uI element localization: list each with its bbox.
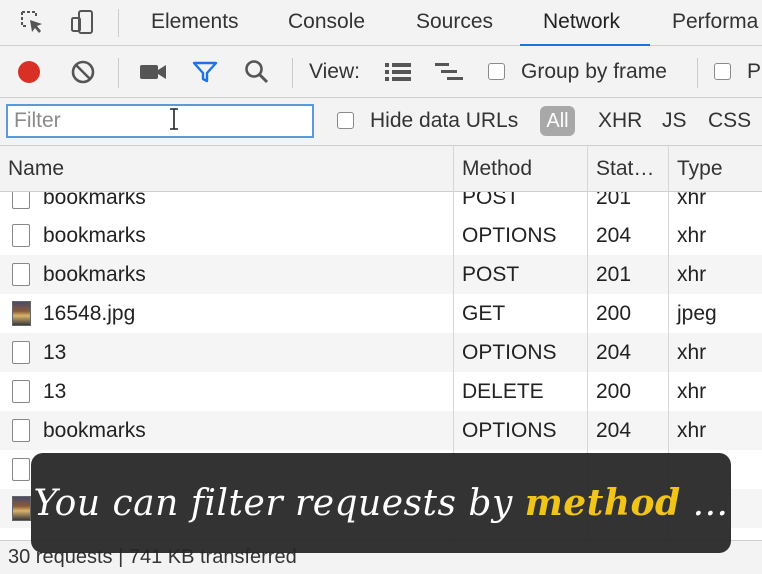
table-row[interactable]: bookmarks OPTIONS 204 xhr (0, 216, 762, 255)
large-rows-icon[interactable] (383, 58, 413, 86)
cell-type: xhr (677, 341, 707, 364)
cell-method: OPTIONS (462, 341, 557, 364)
hide-data-urls-label: Hide data URLs (370, 109, 519, 132)
filter-chip-xhr[interactable]: XHR (598, 106, 642, 136)
cell-name: 16548.jpg (43, 302, 136, 325)
clear-button[interactable] (68, 58, 98, 86)
tutorial-caption-overlay: You can filter requests by method ... (31, 453, 731, 553)
inspect-element-icon[interactable] (16, 7, 48, 37)
document-icon (12, 341, 30, 364)
filter-chip-js[interactable]: JS (662, 106, 687, 136)
table-row[interactable]: bookmarks OPTIONS 204 xhr (0, 411, 762, 450)
cell-status: 204 (596, 341, 632, 364)
filter-chip-all[interactable]: All (540, 106, 575, 136)
cell-method: OPTIONS (462, 224, 557, 247)
tab-sources[interactable]: Sources (416, 0, 493, 45)
separator (292, 58, 293, 88)
separator (697, 58, 698, 88)
cell-method: OPTIONS (462, 419, 557, 442)
table-header: Name Method Stat… Type (0, 146, 762, 192)
tab-elements[interactable]: Elements (151, 0, 239, 45)
cell-status: 204 (596, 224, 632, 247)
cell-name: bookmarks (43, 419, 146, 442)
column-header-method[interactable]: Method (462, 146, 532, 192)
cell-name: bookmarks (43, 263, 146, 286)
network-toolbar: View: Group by frame P (0, 46, 762, 98)
cell-type: xhr (677, 224, 707, 247)
cell-method: POST (462, 263, 520, 286)
document-icon (12, 380, 30, 403)
document-icon (12, 224, 30, 247)
waterfall-view-icon[interactable] (434, 58, 464, 86)
record-button[interactable] (14, 58, 44, 86)
preserve-log-label: P (747, 60, 762, 83)
caption-text: You can filter requests by (33, 483, 525, 524)
filter-icon[interactable] (190, 58, 220, 86)
text-cursor-icon (170, 108, 178, 130)
document-icon (12, 458, 30, 481)
cell-method: GET (462, 302, 506, 325)
document-icon (12, 263, 30, 286)
filter-chip-css[interactable]: CSS (708, 106, 751, 136)
column-header-type[interactable]: Type (677, 146, 723, 192)
filter-bar: Hide data URLs All XHR JS CSS (0, 98, 762, 146)
group-by-frame-label: Group by frame (521, 60, 667, 83)
caption-ellipsis: ... (680, 483, 729, 524)
column-header-status[interactable]: Stat… (596, 146, 654, 192)
devtools-tab-bar: Elements Console Sources Network Perform… (0, 0, 762, 47)
cell-method: DELETE (462, 380, 544, 403)
tutorial-caption: You can filter requests by method ... (34, 482, 729, 524)
device-toolbar-icon[interactable] (66, 7, 98, 37)
hide-data-urls-checkbox[interactable] (337, 112, 354, 129)
group-by-frame-checkbox[interactable] (488, 63, 505, 80)
capture-screenshots-icon[interactable] (138, 58, 168, 86)
cell-status: 204 (596, 419, 632, 442)
cell-type: xhr (677, 419, 707, 442)
cell-type: xhr (677, 263, 707, 286)
cell-name: bookmarks (43, 224, 146, 247)
separator (118, 58, 119, 88)
cell-status: 200 (596, 302, 632, 325)
preserve-log-checkbox[interactable] (714, 63, 731, 80)
cell-status: 200 (596, 380, 632, 403)
cell-status: 201 (596, 263, 632, 286)
search-icon[interactable] (242, 58, 272, 86)
tab-console[interactable]: Console (288, 0, 365, 45)
cell-type: xhr (677, 380, 707, 403)
cell-name: 13 (43, 341, 67, 364)
cell-type: jpeg (677, 302, 717, 325)
caption-highlight: method (524, 482, 681, 524)
image-thumbnail-icon (12, 301, 31, 326)
image-thumbnail-icon (12, 496, 31, 521)
filter-input[interactable] (6, 104, 314, 138)
separator (118, 9, 119, 37)
cell-name: 13 (43, 380, 67, 403)
table-row[interactable]: bookmarks POST 201 xhr (0, 255, 762, 294)
view-label: View: (309, 60, 360, 83)
tab-network[interactable]: Network (543, 0, 620, 45)
document-icon (12, 419, 30, 442)
table-row[interactable]: 16548.jpg GET 200 jpeg (0, 294, 762, 333)
column-header-name[interactable]: Name (8, 146, 64, 192)
table-row[interactable]: 13 OPTIONS 204 xhr (0, 333, 762, 372)
table-row[interactable]: 13 DELETE 200 xhr (0, 372, 762, 411)
tab-performance[interactable]: Performa (672, 0, 758, 45)
